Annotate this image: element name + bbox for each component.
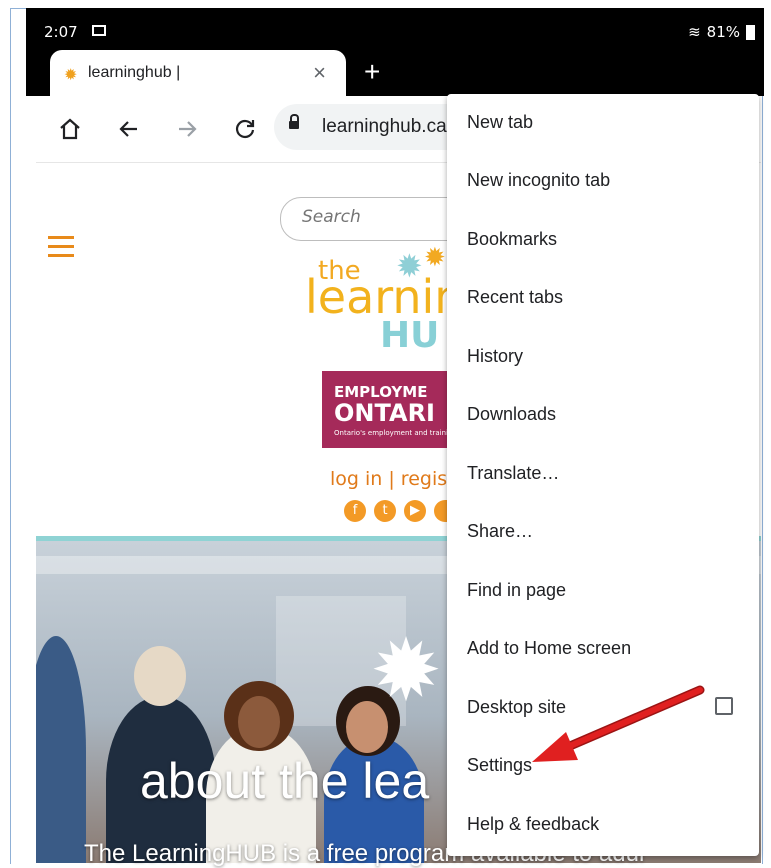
menu-item-downloads[interactable]: Downloads — [447, 386, 759, 444]
menu-item-add-to-home-screen[interactable]: Add to Home screen — [447, 620, 759, 678]
hero-title: about the lea — [140, 753, 430, 809]
menu-item-find-in-page[interactable]: Find in page — [447, 562, 759, 620]
menu-item-translate[interactable]: Translate… — [447, 445, 759, 503]
menu-item-bookmarks[interactable]: Bookmarks — [447, 211, 759, 269]
image-notification-icon — [92, 25, 106, 36]
tab-title: learninghub | — [88, 64, 181, 81]
employment-ontario-logo[interactable]: EMPLOYME ONTARI Ontario's employment and… — [322, 371, 456, 448]
status-time: 2:07 — [44, 23, 78, 41]
forward-arrow-icon[interactable] — [175, 118, 199, 140]
browser-tab[interactable]: ✹ learninghub | × — [50, 50, 346, 96]
status-right: ≋ 81% — [688, 23, 755, 41]
menu-item-label: Desktop site — [467, 697, 567, 717]
url-text[interactable]: learninghub.ca — [322, 116, 447, 138]
menu-item-label: Translate… — [467, 463, 560, 483]
wifi-icon: ≋ — [688, 23, 701, 41]
menu-item-label: Bookmarks — [467, 229, 558, 249]
menu-item-label: Recent tabs — [467, 287, 564, 307]
overflow-menu: New tab New incognito tab Bookmarks Rece… — [447, 94, 759, 856]
menu-item-history[interactable]: History — [447, 328, 759, 386]
white-gear-icon: ✹ — [370, 621, 443, 721]
menu-item-share[interactable]: Share… — [447, 503, 759, 561]
login-register-link[interactable]: log in | regis — [330, 468, 447, 490]
menu-item-new-incognito-tab[interactable]: New incognito tab — [447, 152, 759, 210]
menu-item-label: Share… — [467, 521, 534, 541]
battery-level: 81% — [706, 23, 740, 41]
gear-favicon-icon: ✹ — [64, 65, 78, 84]
new-tab-button[interactable]: + — [364, 56, 380, 88]
eo-line2: ONTARI — [334, 399, 435, 427]
desktop-site-checkbox[interactable] — [715, 697, 733, 715]
menu-item-label: New incognito tab — [467, 170, 611, 190]
back-arrow-icon[interactable] — [117, 118, 141, 140]
youtube-icon[interactable]: ▶ — [404, 500, 426, 522]
twitter-icon[interactable]: t — [374, 500, 396, 522]
eo-line3: Ontario's employment and training n — [334, 429, 456, 437]
menu-item-recent-tabs[interactable]: Recent tabs — [447, 269, 759, 327]
tab-close-button[interactable]: × — [313, 60, 326, 86]
battery-icon — [746, 24, 755, 40]
menu-item-label: Find in page — [467, 580, 567, 600]
search-placeholder: Search — [302, 207, 361, 227]
hamburger-menu-icon[interactable] — [48, 236, 74, 258]
menu-item-label: Settings — [467, 755, 533, 775]
menu-item-label: Add to Home screen — [467, 638, 632, 658]
menu-item-settings[interactable]: Settings — [447, 737, 759, 795]
menu-item-label: Help & feedback — [467, 814, 600, 834]
home-icon[interactable] — [58, 117, 82, 141]
lock-icon — [289, 114, 299, 129]
menu-item-new-tab[interactable]: New tab — [447, 94, 759, 152]
logo-hub: HU — [380, 315, 440, 356]
menu-item-help-feedback[interactable]: Help & feedback — [447, 796, 759, 854]
menu-item-desktop-site[interactable]: Desktop site — [447, 679, 759, 737]
menu-item-label: New tab — [467, 112, 534, 132]
menu-item-label: History — [467, 346, 524, 366]
menu-item-label: Downloads — [467, 404, 557, 424]
reload-icon[interactable] — [234, 118, 256, 140]
facebook-icon[interactable]: f — [344, 500, 366, 522]
